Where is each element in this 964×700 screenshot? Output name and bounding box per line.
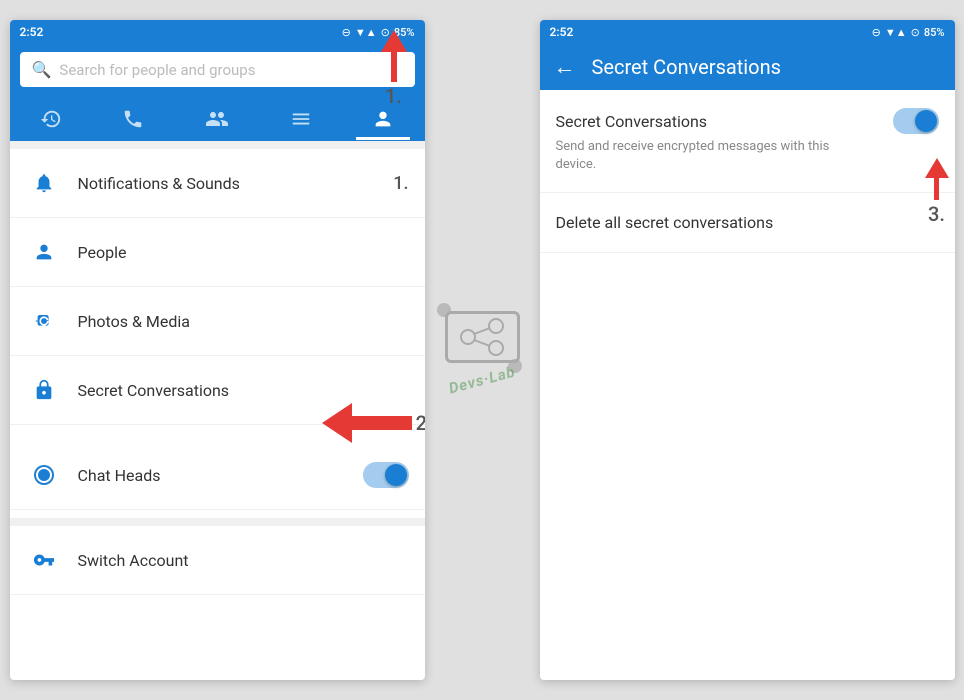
delete-secret-label: Delete all secret conversations — [556, 213, 774, 232]
secret-conv-label: Secret Conversations — [78, 381, 409, 400]
photos-label: Photos & Media — [78, 312, 409, 331]
right-settings: Secret Conversations Send and receive en… — [540, 90, 955, 253]
lock-icon — [26, 372, 62, 408]
delete-secret-row[interactable]: Delete all secret conversations — [540, 193, 955, 253]
time-left: 2:52 — [20, 25, 44, 39]
chatheads-item[interactable]: Chat Heads — [10, 441, 425, 510]
secret-conv-item[interactable]: Secret Conversations 2. — [10, 356, 425, 425]
secret-conv-toggle[interactable] — [893, 108, 939, 134]
divider-top — [10, 141, 425, 149]
tab-people[interactable] — [189, 103, 245, 135]
step1-num: 1. — [393, 173, 408, 194]
photos-item[interactable]: Photos & Media — [10, 287, 425, 356]
switch-account-item[interactable]: Switch Account — [10, 526, 425, 595]
page-header: ← Secret Conversations — [540, 44, 955, 90]
step1-label: 1. — [385, 84, 402, 108]
right-screen: 2:52 ⊖ ▼▲ ⊙ 85% ← Secret Conversations S… — [540, 20, 955, 680]
people-label: People — [78, 243, 409, 262]
left-screen: 2:52 ⊖ ▼▲ ⊙ 85% 🔍 Search for people and … — [10, 20, 425, 680]
device-frame — [445, 311, 520, 363]
search-placeholder: Search for people and groups — [59, 61, 255, 79]
chatheads-toggle[interactable] — [363, 462, 409, 488]
tab-calls[interactable] — [106, 104, 160, 134]
person-icon — [26, 234, 62, 270]
secret-conv-subtitle: Send and receive encrypted messages with… — [556, 138, 836, 174]
dot-tl — [437, 303, 451, 317]
camera-icon — [26, 303, 62, 339]
do-not-disturb-icon-right: ⊖ — [872, 26, 881, 39]
search-bar[interactable]: 🔍 Search for people and groups — [20, 52, 415, 87]
status-bar-left: 2:52 ⊖ ▼▲ ⊙ 85% — [10, 20, 425, 44]
status-icons-right: ⊖ ▼▲ ⊙ 85% — [872, 26, 945, 39]
devs-lab-text: Devs·Lab — [447, 362, 518, 397]
time-right: 2:52 — [550, 25, 574, 39]
step3-label: 3. — [928, 202, 945, 226]
notifications-item[interactable]: Notifications & Sounds 1. — [10, 149, 425, 218]
notifications-label: Notifications & Sounds — [78, 174, 394, 193]
tab-recent[interactable] — [24, 104, 78, 134]
search-icon: 🔍 — [32, 60, 52, 79]
secret-conv-title: Secret Conversations — [556, 112, 708, 131]
devs-lab-logo — [445, 311, 520, 363]
tab-bar: 1. — [10, 95, 425, 141]
status-bar-right: 2:52 ⊖ ▼▲ ⊙ 85% — [540, 20, 955, 44]
step3-indicator: 3. — [925, 158, 949, 226]
people-item[interactable]: People — [10, 218, 425, 287]
secret-conv-toggle-row[interactable]: Secret Conversations Send and receive en… — [540, 90, 955, 193]
watermark-area: Devs·Lab — [425, 20, 540, 680]
signal-icon: ▼▲ — [355, 26, 377, 39]
toggle-row-top: Secret Conversations — [556, 108, 939, 134]
chat-icon — [26, 457, 62, 493]
step1-arrow: 1. — [381, 30, 407, 108]
page-title: Secret Conversations — [592, 55, 781, 79]
battery-icon-right: ⊙ — [911, 26, 920, 39]
back-button[interactable]: ← — [554, 54, 576, 80]
search-container: 🔍 Search for people and groups — [10, 44, 425, 95]
tab-profile[interactable] — [356, 104, 410, 134]
step2-label: 2. — [416, 411, 425, 435]
battery-percent-right: 85% — [924, 26, 945, 39]
settings-list: Notifications & Sounds 1. People Photos … — [10, 149, 425, 595]
bell-icon — [26, 165, 62, 201]
chatheads-label: Chat Heads — [78, 466, 363, 485]
signal-icon-right: ▼▲ — [885, 26, 907, 39]
tab-groups[interactable] — [274, 104, 328, 134]
switch-account-label: Switch Account — [78, 551, 409, 570]
key-icon — [26, 542, 62, 578]
divider-middle — [10, 518, 425, 526]
share-icon — [458, 318, 506, 356]
do-not-disturb-icon: ⊖ — [342, 26, 351, 39]
